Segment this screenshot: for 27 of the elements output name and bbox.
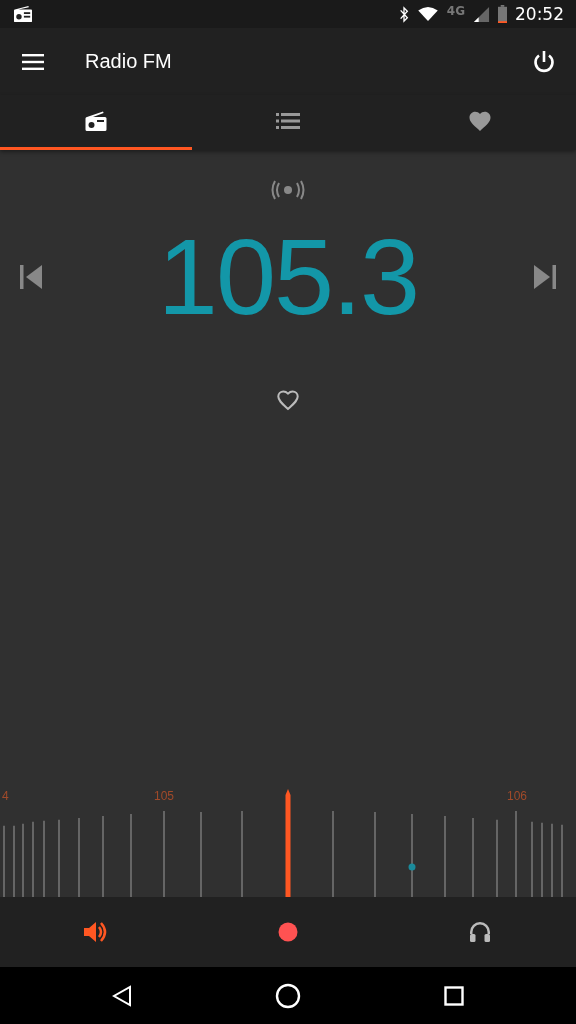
scale-label: 106 (507, 789, 527, 803)
home-button[interactable] (275, 982, 301, 1009)
next-button[interactable] (532, 263, 558, 290)
clock: 20:52 (515, 4, 564, 24)
bluetooth-icon (398, 5, 409, 23)
wifi-icon (416, 6, 439, 22)
scale-label: 105 (154, 789, 174, 803)
record-icon (278, 922, 298, 942)
speaker-icon (83, 920, 109, 944)
radio-icon (12, 5, 34, 23)
previous-button[interactable] (18, 263, 44, 290)
recents-button[interactable] (444, 985, 465, 1006)
favorite-button[interactable] (276, 389, 300, 411)
menu-button[interactable] (22, 53, 44, 70)
power-button[interactable] (532, 49, 556, 74)
app-title: Radio FM (85, 50, 173, 73)
battery-icon (498, 5, 507, 23)
tuning-needle[interactable] (284, 789, 292, 897)
back-button[interactable] (111, 984, 132, 1007)
headphones-icon (468, 920, 492, 944)
frequency: 105.3 (157, 215, 419, 339)
scale-label: 4 (2, 789, 9, 803)
network-label: 4G (446, 4, 465, 18)
list-icon (276, 113, 300, 129)
signal-icon (473, 5, 490, 23)
heart-icon (468, 110, 492, 132)
radio-icon (84, 110, 108, 132)
